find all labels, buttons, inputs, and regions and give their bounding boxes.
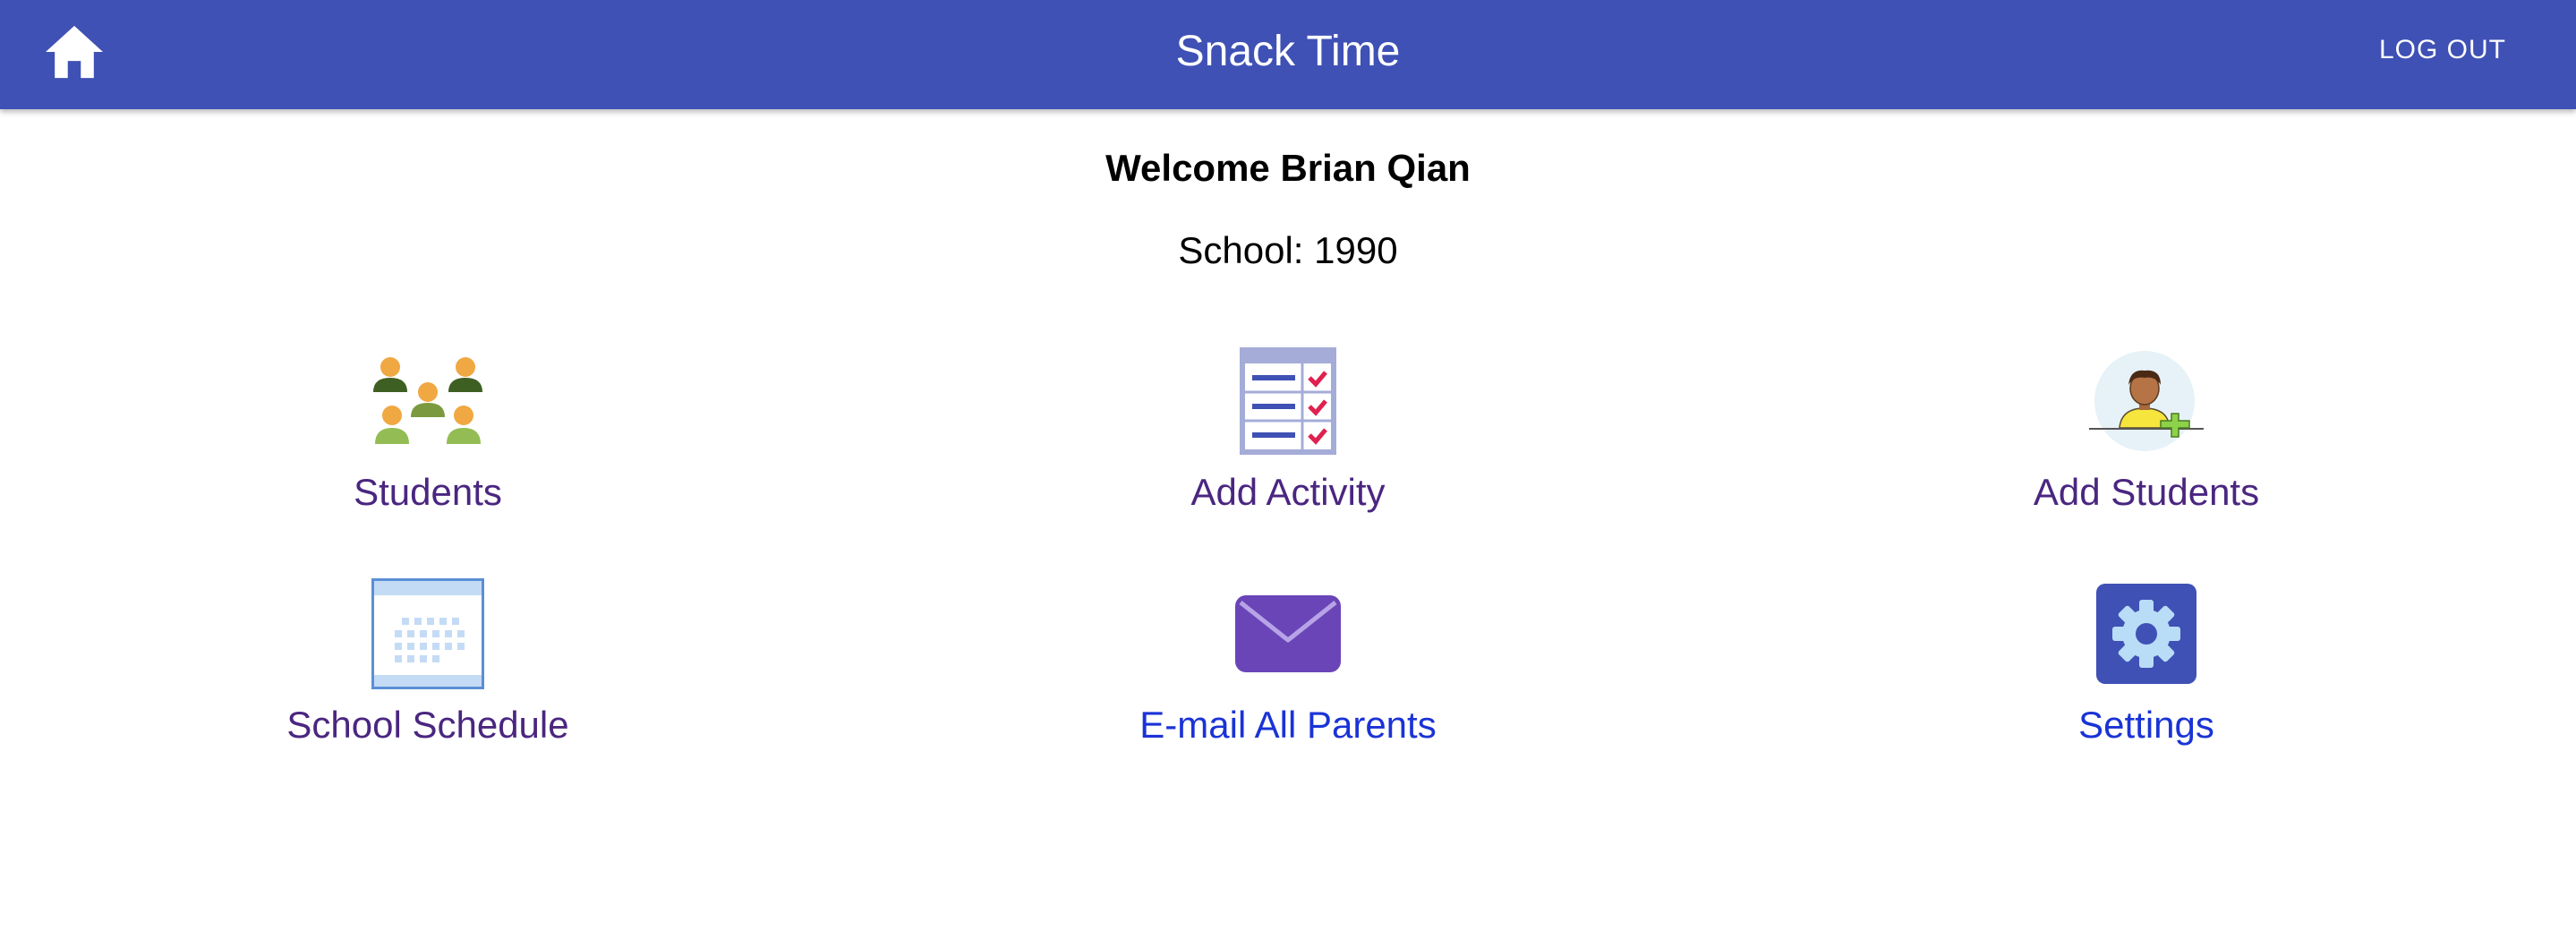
school-schedule-tile[interactable]: School Schedule — [115, 578, 741, 748]
add-activity-tile[interactable]: Add Activity — [975, 346, 1601, 516]
school-label: School: 1990 — [1178, 229, 1398, 271]
app-title: Snack Time — [1175, 28, 1401, 75]
add-students-label: Add Students — [2033, 471, 2260, 513]
app-bar: Snack Time LOG OUT — [0, 0, 2576, 109]
email-all-parents-tile[interactable]: E-mail All Parents — [975, 578, 1601, 748]
envelope-icon — [1235, 595, 1341, 672]
students-icon — [373, 357, 482, 444]
gear-icon — [2096, 584, 2196, 684]
settings-label: Settings — [2078, 704, 2214, 746]
students-tile[interactable]: Students — [115, 346, 741, 516]
logout-button[interactable]: LOG OUT — [2379, 32, 2506, 68]
students-label: Students — [354, 471, 502, 513]
checklist-icon — [1240, 347, 1336, 455]
add-activity-label: Add Activity — [1190, 471, 1386, 513]
calendar-icon — [371, 578, 484, 689]
welcome-heading: Welcome Brian Qian — [1105, 147, 1471, 189]
settings-tile[interactable]: Settings — [1833, 578, 2460, 748]
email-all-parents-label: E-mail All Parents — [1139, 704, 1437, 746]
school-schedule-label: School Schedule — [286, 704, 569, 746]
add-students-tile[interactable]: Add Students — [1833, 346, 2460, 516]
add-student-icon — [2089, 351, 2204, 451]
